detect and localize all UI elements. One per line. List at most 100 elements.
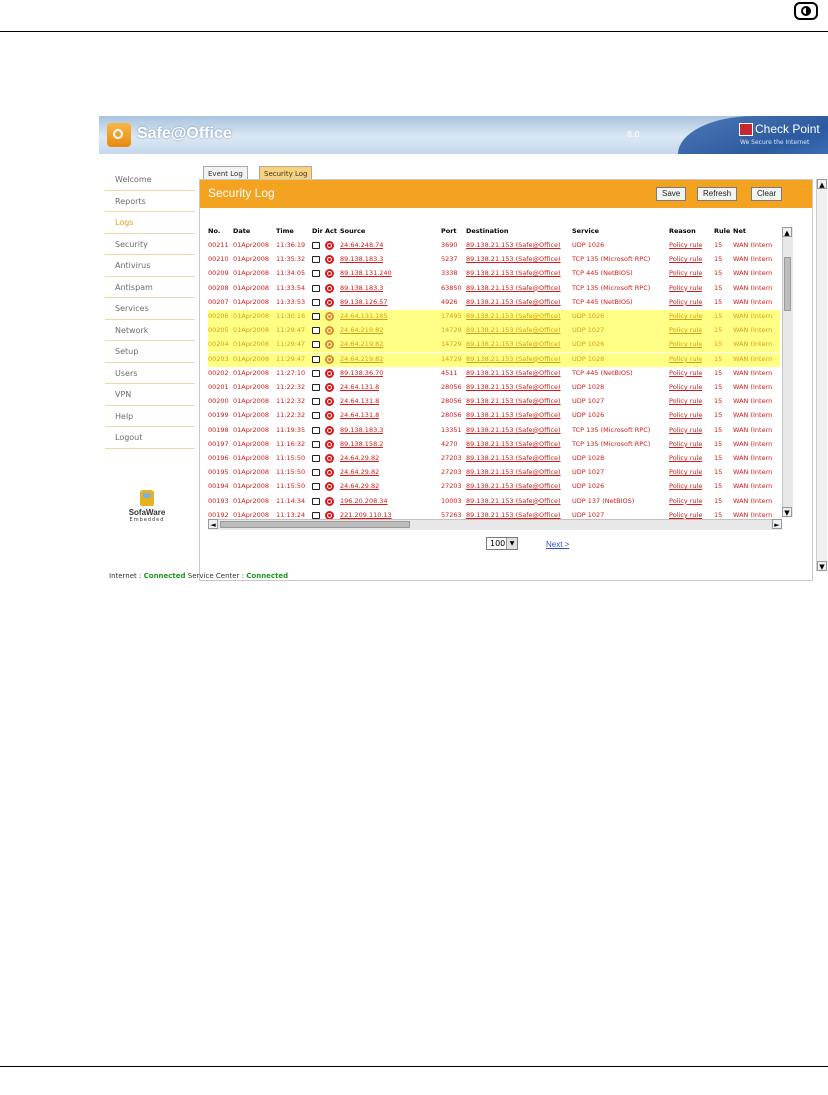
page-scroll-up-arrow-icon[interactable]: ▲: [817, 179, 827, 189]
cell-destination[interactable]: 89.138.21.153 (Safe@Office): [466, 355, 561, 363]
cell-reason[interactable]: Policy rule: [669, 454, 702, 462]
table-row[interactable]: 00205 01Apr2008 11:29:47 24.64.219.82 14729 8…: [208, 324, 780, 339]
table-row[interactable]: 00204 01Apr2008 11:29:47 24.64.219.82 14729 8…: [208, 338, 780, 353]
cell-destination[interactable]: 89.138.21.153 (Safe@Office): [466, 269, 561, 277]
cell-destination[interactable]: 89.138.21.153 (Safe@Office): [466, 411, 561, 419]
table-row[interactable]: 00207 01Apr2008 11:33:53 89.138.126.57 4926 8…: [208, 296, 780, 310]
sidebar-item-antivirus[interactable]: Antivirus: [105, 255, 195, 277]
table-row[interactable]: 00203 01Apr2008 11:29:47 24.64.219.82 14729 8…: [208, 352, 780, 367]
refresh-button[interactable]: Refresh: [697, 187, 738, 201]
scroll-left-arrow-icon[interactable]: ◄: [208, 519, 218, 529]
cell-source[interactable]: 24.64.29.82: [340, 454, 379, 462]
sidebar-item-logs[interactable]: Logs: [105, 212, 195, 234]
cell-reason[interactable]: Policy rule: [669, 269, 702, 277]
page-size-select[interactable]: 100 ▼: [486, 537, 518, 550]
scroll-right-arrow-icon[interactable]: ►: [772, 519, 782, 529]
cell-reason[interactable]: Policy rule: [669, 298, 702, 306]
cell-destination[interactable]: 89.138.21.153 (Safe@Office): [466, 511, 561, 519]
cell-source[interactable]: 24.64.131.8: [340, 397, 379, 405]
cell-reason[interactable]: Policy rule: [669, 284, 702, 292]
sidebar-item-security[interactable]: Security: [105, 234, 195, 255]
table-row[interactable]: 00193 01Apr2008 11:14:34 196.20.208.34 10003…: [208, 495, 780, 509]
log-horizontal-scrollbar[interactable]: ◄ ►: [208, 519, 782, 530]
cell-source[interactable]: 24.64.131.8: [340, 383, 379, 391]
cell-destination[interactable]: 89.138.21.153 (Safe@Office): [466, 284, 561, 292]
cell-destination[interactable]: 89.138.21.153 (Safe@Office): [466, 312, 561, 320]
cell-destination[interactable]: 89.138.21.153 (Safe@Office): [466, 326, 561, 334]
sidebar-item-network[interactable]: Network: [105, 320, 195, 341]
cell-reason[interactable]: Policy rule: [669, 326, 702, 334]
table-row[interactable]: 00195 01Apr2008 11:15:50 24.64.29.82 27203 89…: [208, 466, 780, 480]
log-horizontal-scroll-thumb[interactable]: [220, 521, 410, 528]
cell-reason[interactable]: Policy rule: [669, 255, 702, 263]
sidebar-item-setup[interactable]: Setup: [105, 341, 195, 363]
cell-destination[interactable]: 89.138.21.153 (Safe@Office): [466, 482, 561, 490]
cell-source[interactable]: 24.64.131.8: [340, 411, 379, 419]
next-page-link[interactable]: Next >: [546, 540, 569, 549]
cell-reason[interactable]: Policy rule: [669, 497, 702, 505]
chevron-down-icon[interactable]: ▼: [506, 538, 517, 549]
page-vertical-scrollbar[interactable]: ▲ ▼: [816, 179, 827, 571]
table-row[interactable]: 00210 01Apr2008 11:35:32 89.138.183.3 5237 89…: [208, 253, 780, 267]
cell-reason[interactable]: Policy rule: [669, 482, 702, 490]
cell-reason[interactable]: Policy rule: [669, 340, 702, 348]
table-row[interactable]: 00198 01Apr2008 11:19:35 89.138.183.3 13351 8…: [208, 424, 780, 438]
sidebar-item-welcome[interactable]: Welcome: [105, 169, 195, 191]
log-vertical-scrollbar[interactable]: ▲ ▼: [782, 227, 793, 517]
table-row[interactable]: 00199 01Apr2008 11:22:32 24.64.131.8 28056 89…: [208, 409, 780, 423]
log-vertical-scroll-thumb[interactable]: [784, 257, 791, 311]
cell-source[interactable]: 24.64.131.185: [340, 312, 388, 320]
table-row[interactable]: 00208 01Apr2008 11:33:54 89.138.183.3 63850 8…: [208, 282, 780, 296]
cell-source[interactable]: 24.64.248.74: [340, 241, 383, 249]
cell-source[interactable]: 89.138.36.70: [340, 369, 383, 377]
cell-reason[interactable]: Policy rule: [669, 440, 702, 448]
sidebar-item-services[interactable]: Services: [105, 298, 195, 320]
cell-destination[interactable]: 89.138.21.153 (Safe@Office): [466, 426, 561, 434]
table-row[interactable]: 00194 01Apr2008 11:15:50 24.64.29.82 27203 89…: [208, 480, 780, 494]
cell-destination[interactable]: 89.138.21.153 (Safe@Office): [466, 369, 561, 377]
cell-destination[interactable]: 89.138.21.153 (Safe@Office): [466, 298, 561, 306]
cell-source[interactable]: 24.64.29.82: [340, 468, 379, 476]
table-row[interactable]: 00196 01Apr2008 11:15:50 24.64.29.82 27203 89…: [208, 452, 780, 466]
cell-destination[interactable]: 89.138.21.153 (Safe@Office): [466, 454, 561, 462]
cell-reason[interactable]: Policy rule: [669, 511, 702, 519]
cell-destination[interactable]: 89.138.21.153 (Safe@Office): [466, 397, 561, 405]
cell-reason[interactable]: Policy rule: [669, 355, 702, 363]
sidebar-item-help[interactable]: Help: [105, 406, 195, 427]
cell-source[interactable]: 89.138.183.3: [340, 284, 383, 292]
cell-reason[interactable]: Policy rule: [669, 312, 702, 320]
cell-reason[interactable]: Policy rule: [669, 369, 702, 377]
cell-source[interactable]: 196.20.208.34: [340, 497, 388, 505]
cell-destination[interactable]: 89.138.21.153 (Safe@Office): [466, 497, 561, 505]
cell-reason[interactable]: Policy rule: [669, 241, 702, 249]
table-row[interactable]: 00197 01Apr2008 11:16:32 89.138.158.2 4270 89…: [208, 438, 780, 452]
scroll-down-arrow-icon[interactable]: ▼: [782, 507, 792, 517]
cell-destination[interactable]: 89.138.21.153 (Safe@Office): [466, 383, 561, 391]
scroll-up-arrow-icon[interactable]: ▲: [782, 227, 792, 237]
cell-source[interactable]: 89.138.183.3: [340, 255, 383, 263]
table-row[interactable]: 00200 01Apr2008 11:22:32 24.64.131.8 28056 89…: [208, 395, 780, 409]
table-row[interactable]: 00202 01Apr2008 11:27:10 89.138.36.70 4511 89…: [208, 367, 780, 381]
cell-source[interactable]: 24.64.219.82: [340, 340, 383, 348]
cell-source[interactable]: 89.138.183.3: [340, 426, 383, 434]
cell-destination[interactable]: 89.138.21.153 (Safe@Office): [466, 241, 561, 249]
cell-source[interactable]: 24.64.29.82: [340, 482, 379, 490]
cell-source[interactable]: 24.64.219.82: [340, 355, 383, 363]
save-button[interactable]: Save: [656, 187, 687, 201]
table-row[interactable]: 00209 01Apr2008 11:34:05 89.138.131.240 3338…: [208, 267, 780, 281]
cell-reason[interactable]: Policy rule: [669, 426, 702, 434]
cell-destination[interactable]: 89.138.21.153 (Safe@Office): [466, 255, 561, 263]
cell-reason[interactable]: Policy rule: [669, 397, 702, 405]
page-scroll-down-arrow-icon[interactable]: ▼: [817, 561, 827, 571]
cell-reason[interactable]: Policy rule: [669, 383, 702, 391]
sidebar-item-reports[interactable]: Reports: [105, 191, 195, 212]
cell-reason[interactable]: Policy rule: [669, 411, 702, 419]
cell-source[interactable]: 24.64.219.82: [340, 326, 383, 334]
table-row[interactable]: 00206 01Apr2008 11:30:16 24.64.131.185 17495…: [208, 310, 780, 324]
cell-destination[interactable]: 89.138.21.153 (Safe@Office): [466, 440, 561, 448]
table-row[interactable]: 00201 01Apr2008 11:22:32 24.64.131.8 28056 89…: [208, 381, 780, 395]
table-row[interactable]: 00211 01Apr2008 11:36:19 24.64.248.74 3690 89…: [208, 239, 780, 253]
cell-source[interactable]: 89.138.158.2: [340, 440, 383, 448]
cell-source[interactable]: 89.138.126.57: [340, 298, 388, 306]
cell-destination[interactable]: 89.138.21.153 (Safe@Office): [466, 340, 561, 348]
